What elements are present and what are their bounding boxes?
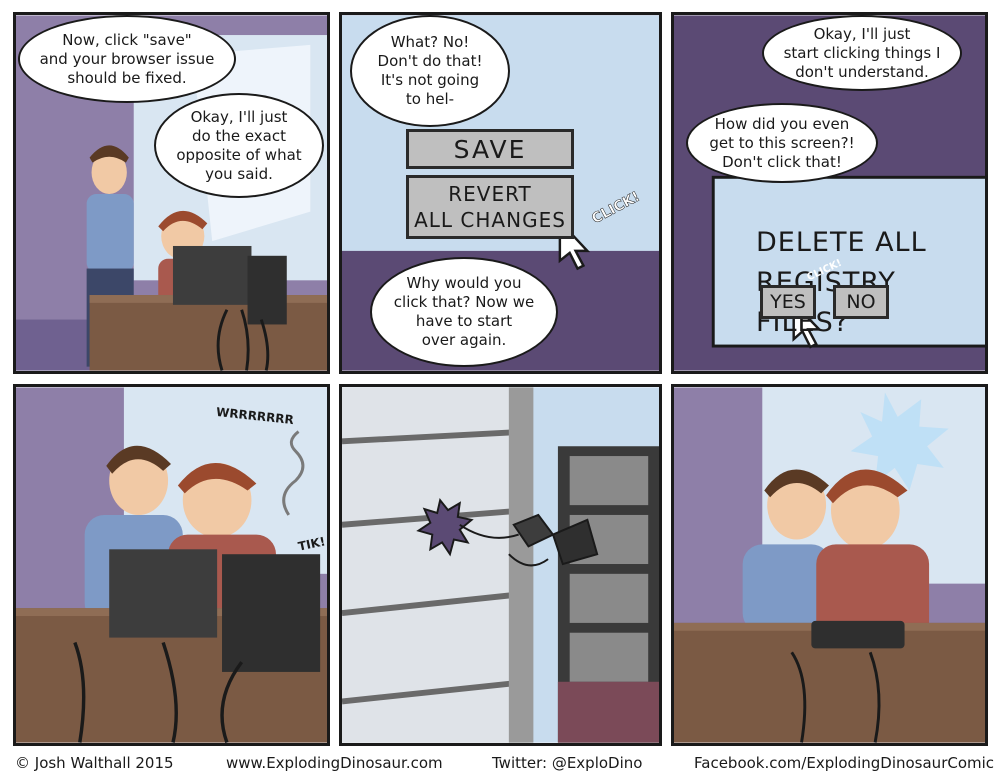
panel-2: What? No! Don't do that! It's not going … <box>339 12 662 374</box>
panel-6-art <box>674 387 985 743</box>
copyright-text: © Josh Walthall 2015 <box>15 754 174 772</box>
twitter-handle[interactable]: Twitter: @ExploDino <box>492 754 642 772</box>
no-button[interactable]: NO <box>833 285 889 319</box>
yes-button[interactable]: YES <box>760 285 816 319</box>
speech-bubble-instructor: Now, click "save" and your browser issue… <box>18 15 236 103</box>
speech-bubble-resignation: Okay, I'll just start clicking things I … <box>762 15 962 91</box>
speech-bubble-disbelief: How did you even get to this screen?! Do… <box>686 103 878 183</box>
speech-bubble-warning: What? No! Don't do that! It's not going … <box>350 15 510 127</box>
panel-5 <box>339 384 662 746</box>
revert-all-changes-button[interactable]: REVERT ALL CHANGES <box>406 175 574 239</box>
panel-6 <box>671 384 988 746</box>
panel-4: WRRRRRRR TIK! <box>13 384 330 746</box>
panel-3: Okay, I'll just start clicking things I … <box>671 12 988 374</box>
dialog-message: DELETE ALL REGISTRY FILES? <box>756 227 927 338</box>
panel-1: Now, click "save" and your browser issue… <box>13 12 330 374</box>
speech-bubble-user: Okay, I'll just do the exact opposite of… <box>154 93 324 198</box>
panel-5-art <box>342 387 659 743</box>
save-button[interactable]: SAVE <box>406 129 574 169</box>
speech-bubble-complaint: Why would you click that? Now we have to… <box>370 257 558 367</box>
panel-4-art <box>16 387 327 743</box>
facebook-link[interactable]: Facebook.com/ExplodingDinosaurComic <box>694 754 994 772</box>
website-link[interactable]: www.ExplodingDinosaur.com <box>226 754 443 772</box>
